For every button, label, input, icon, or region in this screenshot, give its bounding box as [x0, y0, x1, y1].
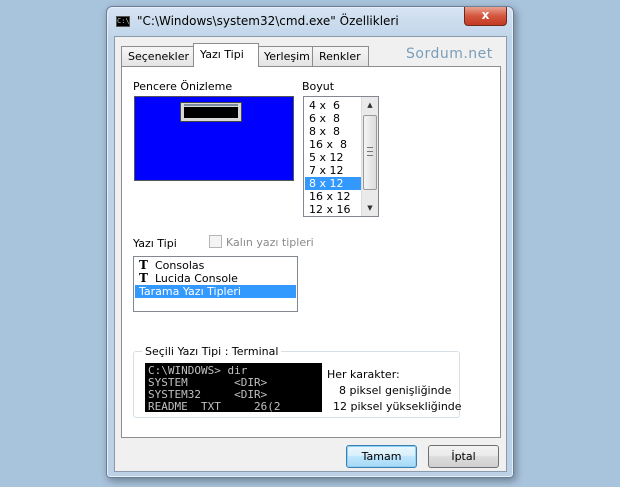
grip-icon	[367, 147, 373, 156]
title-bar[interactable]: C:\ "C:\Windows\system32\cmd.exe" Özelli…	[107, 7, 513, 35]
preview-mini-window	[180, 102, 242, 122]
font-label: Yazı Tipi	[133, 237, 177, 250]
size-item[interactable]: 16 x 8	[305, 138, 361, 151]
bold-fonts-label: Kalın yazı tipleri	[226, 236, 314, 249]
font-item-raster-selected[interactable]: Tarama Yazı Tipleri	[135, 285, 296, 298]
cmd-app-icon: C:\	[116, 16, 130, 27]
size-item[interactable]: 6 x 8	[305, 112, 361, 125]
font-item-consolas[interactable]: T Consolas	[135, 259, 296, 273]
font-sample-terminal: C:\WINDOWS> dir SYSTEM <DIR> SYSTEM32 <D…	[145, 363, 322, 412]
font-item-lucida[interactable]: T Lucida Console	[135, 271, 296, 286]
scroll-down-icon[interactable]: ▼	[362, 200, 378, 216]
size-item[interactable]: 8 x 8	[305, 125, 361, 138]
size-item[interactable]: 16 x 12	[305, 190, 361, 203]
size-item[interactable]: 4 x 6	[305, 99, 361, 112]
font-item-label: Lucida Console	[155, 272, 238, 285]
preview-label: Pencere Önizleme	[133, 80, 233, 93]
scroll-thumb[interactable]	[363, 115, 377, 190]
close-icon: x	[481, 8, 490, 22]
font-listbox[interactable]: T Consolas T Lucida Console Tarama Yazı Ti…	[133, 256, 298, 312]
selected-font-group: Seçili Yazı Tipi : Terminal C:\WINDOWS> …	[133, 345, 462, 418]
size-listbox[interactable]: 4 x 6 6 x 8 8 x 8 16 x 8 5 x 12 7 x 12 8…	[303, 96, 379, 217]
size-item[interactable]: 12 x 16	[305, 203, 361, 216]
bold-fonts-checkbox[interactable]	[209, 235, 222, 248]
ok-button[interactable]: Tamam	[346, 445, 417, 468]
tab-layout[interactable]: Yerleşim	[257, 46, 313, 66]
tab-options[interactable]: Seçenekler	[121, 46, 195, 66]
sample-line: README TXT 26(2	[148, 400, 281, 413]
watermark: Sordum.net	[406, 46, 493, 62]
scroll-up-icon[interactable]: ▲	[362, 97, 378, 113]
close-button[interactable]: x	[464, 7, 507, 26]
selected-font-title: Seçili Yazı Tipi : Terminal	[142, 345, 282, 358]
cancel-button[interactable]: İptal	[428, 445, 499, 468]
tab-colors[interactable]: Renkler	[312, 46, 369, 66]
font-tab-panel: Pencere Önizleme Boyut 4 x 6 6 x 8 8 x 8…	[121, 66, 501, 438]
size-label: Boyut	[302, 80, 335, 93]
size-item[interactable]: 7 x 12	[305, 164, 361, 177]
size-item-selected[interactable]: 8 x 12	[305, 177, 361, 190]
tab-font[interactable]: Yazı Tipi	[193, 43, 259, 67]
char-width-text: 8 piksel genişliğinde	[339, 384, 452, 397]
char-heading: Her karakter:	[327, 368, 400, 381]
properties-dialog: C:\ "C:\Windows\system32\cmd.exe" Özelli…	[106, 6, 514, 478]
window-preview	[134, 96, 294, 181]
char-height-text: 12 piksel yüksekliğinde	[333, 400, 462, 413]
size-scrollbar[interactable]: ▲ ▼	[361, 97, 378, 216]
dialog-client-area: Seçenekler Yazı Tipi Yerleşim Renkler So…	[114, 36, 507, 472]
size-item[interactable]: 5 x 12	[305, 151, 361, 164]
window-title: "C:\Windows\system32\cmd.exe" Özellikler…	[137, 14, 399, 28]
truetype-icon: T	[139, 271, 148, 285]
font-item-label: Consolas	[155, 259, 205, 272]
